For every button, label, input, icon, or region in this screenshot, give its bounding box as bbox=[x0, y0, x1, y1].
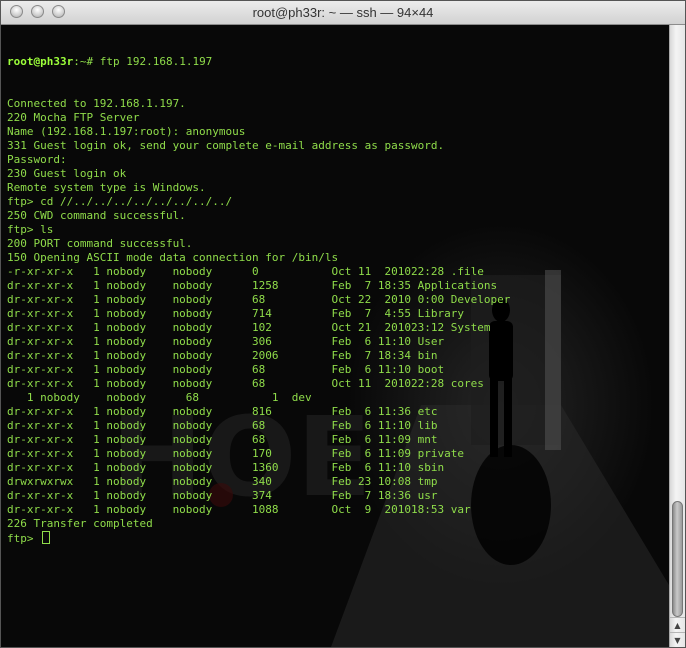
title-bar[interactable]: root@ph33r: ~ — ssh — 94×44 bbox=[1, 1, 685, 25]
output-line: ftp> ls bbox=[7, 223, 54, 236]
output-line: dr-xr-xr-x 1 nobody nobody 306 Feb 6 11:… bbox=[7, 335, 445, 348]
output-line: 230 Guest login ok bbox=[7, 167, 127, 180]
output-line: dr-xr-xr-x 1 nobody nobody 1360 Feb 6 11… bbox=[7, 461, 445, 474]
output-line: 226 Transfer completed bbox=[7, 517, 153, 530]
output-line: Connected to 192.168.1.197. bbox=[7, 97, 186, 110]
output-line: dr-xr-xr-x 1 nobody nobody 102 Oct 21 20… bbox=[7, 321, 491, 334]
scroll-up-arrow-icon[interactable]: ▲ bbox=[670, 617, 685, 632]
terminal-output[interactable]: HOE root@ph33r:~# ftp 192.168.1.197 Conn… bbox=[1, 25, 669, 647]
scroll-down-arrow-icon[interactable]: ▼ bbox=[670, 632, 685, 647]
output-line: dr-xr-xr-x 1 nobody nobody 1088 Oct 9 20… bbox=[7, 503, 471, 516]
output-line: ftp> cd //../../../../../../../../ bbox=[7, 195, 233, 208]
scrollbar-thumb[interactable] bbox=[672, 501, 683, 617]
output-line: Name (192.168.1.197:root): anonymous bbox=[7, 125, 246, 138]
output-line: drwxrwxrwx 1 nobody nobody 340 Feb 23 10… bbox=[7, 475, 438, 488]
output-line: dr-xr-xr-x 1 nobody nobody 170 Feb 6 11:… bbox=[7, 447, 464, 460]
ftp-prompt: ftp> bbox=[7, 532, 41, 545]
prompt-command: :~# ftp 192.168.1.197 bbox=[73, 55, 213, 68]
active-prompt-line[interactable]: ftp> bbox=[7, 531, 510, 545]
terminal-lines: root@ph33r:~# ftp 192.168.1.197 Connecte… bbox=[7, 27, 510, 545]
output-line: dr-xr-xr-x 1 nobody nobody 68 Oct 22 201… bbox=[7, 293, 511, 306]
output-line: dr-xr-xr-x 1 nobody nobody 68 Feb 6 11:0… bbox=[7, 433, 438, 446]
text-cursor bbox=[42, 531, 51, 544]
output-line: 150 Opening ASCII mode data connection f… bbox=[7, 251, 339, 264]
vertical-scrollbar[interactable]: ▲ ▼ bbox=[669, 25, 685, 647]
window-title: root@ph33r: ~ — ssh — 94×44 bbox=[252, 5, 434, 20]
output-line: 200 PORT command successful. bbox=[7, 237, 193, 250]
output-line: 331 Guest login ok, send your complete e… bbox=[7, 139, 445, 152]
output-line: dr-xr-xr-x 1 nobody nobody 1258 Feb 7 18… bbox=[7, 279, 498, 292]
output-line: dr-xr-xr-x 1 nobody nobody 714 Feb 7 4:5… bbox=[7, 307, 464, 320]
output-line: dr-xr-xr-x 1 nobody nobody 374 Feb 7 18:… bbox=[7, 489, 438, 502]
output-line: dr-xr-xr-x 1 nobody nobody 68 Oct 11 201… bbox=[7, 377, 484, 390]
output-line: dr-xr-xr-x 1 nobody nobody 2006 Feb 7 18… bbox=[7, 349, 438, 362]
output-line: 1 nobody nobody 68 1 dev bbox=[7, 391, 312, 404]
prompt-user: root@ph33r bbox=[7, 55, 74, 68]
output-line: dr-xr-xr-x 1 nobody nobody 816 Feb 6 11:… bbox=[7, 405, 438, 418]
output-line: Remote system type is Windows. bbox=[7, 181, 206, 194]
output-line: 250 CWD command successful. bbox=[7, 209, 186, 222]
scroll-arrows: ▲ ▼ bbox=[670, 617, 685, 647]
output-line: dr-xr-xr-x 1 nobody nobody 68 Feb 6 11:1… bbox=[7, 419, 438, 432]
output-line: 220 Mocha FTP Server bbox=[7, 111, 140, 124]
output-line: Password: bbox=[7, 153, 67, 166]
output-line: -r-xr-xr-x 1 nobody nobody 0 Oct 11 2010… bbox=[7, 265, 484, 278]
command-line: root@ph33r:~# ftp 192.168.1.197 bbox=[7, 55, 510, 69]
terminal-window: root@ph33r: ~ — ssh — 94×44 HOE root@ph3… bbox=[0, 0, 686, 648]
output-line: dr-xr-xr-x 1 nobody nobody 68 Feb 6 11:1… bbox=[7, 363, 445, 376]
